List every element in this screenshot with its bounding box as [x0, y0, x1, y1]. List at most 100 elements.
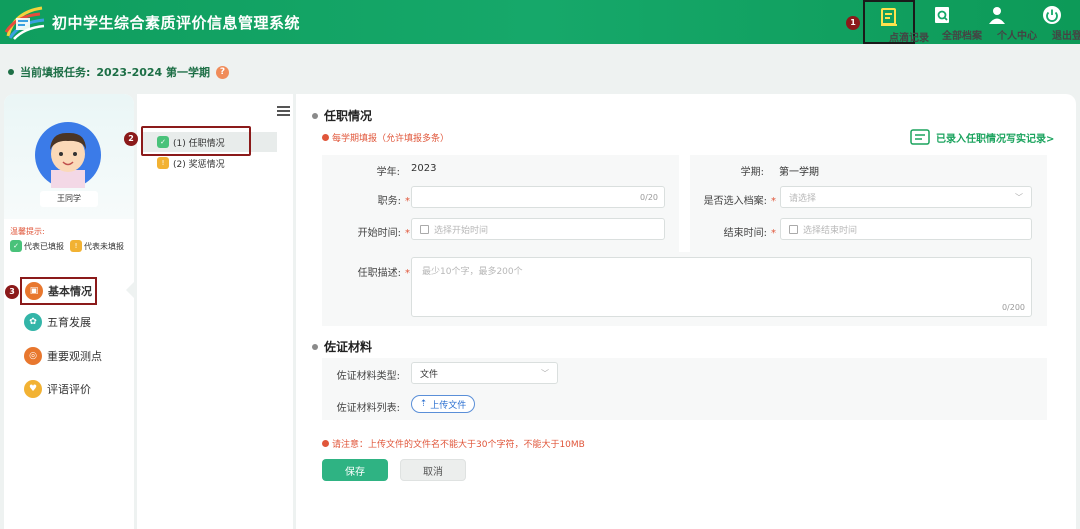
sidebar-item-label: 基本情况: [48, 285, 92, 298]
position-counter: 0/20: [640, 192, 658, 202]
current-task: 当前填报任务: 2023-2024 第一学期 ?: [8, 64, 230, 80]
desc-placeholder: 最少10个字，最多200个: [422, 267, 523, 277]
sidebar-item-label: 评语评价: [47, 383, 91, 396]
section-title-evidence: 佐证材料: [312, 338, 372, 355]
chevron-down-icon: ﹀: [1015, 192, 1023, 202]
sidebar-item-observation[interactable]: ◎ 重要观测点: [24, 345, 102, 367]
task-dot-icon: [8, 69, 14, 75]
archive-label-text: 是否选入档案:: [703, 196, 767, 207]
calendar-icon: [420, 224, 429, 234]
nav-archives-button[interactable]: 全部档案: [916, 0, 982, 44]
category-tree: 2 ✓ (1) 任职情况 ! (2) 奖惩情况: [124, 94, 293, 529]
task-label: 当前填报任务:: [20, 66, 91, 79]
legend-unfilled: 代表未填报: [84, 241, 124, 251]
end-date-input[interactable]: 选择结束时间: [780, 218, 1032, 240]
step-badge-2: 2: [124, 132, 138, 146]
info-dot-icon: [322, 134, 329, 141]
archive-label: 是否选入档案: *: [694, 192, 776, 207]
profile-panel: 王同学 温馨提示: ✓ 代表已填报 ! 代表未填报 3 ▣ 基本情况 ✿ 五育发…: [4, 94, 134, 529]
required-mark: *: [771, 228, 776, 239]
sidebar-item-comments[interactable]: ♥ 评语评价: [24, 378, 91, 400]
desc-label-text: 任职描述:: [357, 268, 401, 279]
section-title-text: 佐证材料: [324, 340, 373, 354]
end-label: 结束时间: *: [694, 224, 776, 239]
upload-label: 上传文件: [430, 400, 467, 411]
position-label-text: 职务:: [377, 196, 401, 207]
section-title-position: 任职情况: [312, 107, 372, 124]
avatar: [35, 122, 101, 188]
required-mark: *: [405, 228, 410, 239]
app-title: 初中学生综合素质评价信息管理系统: [52, 14, 301, 32]
user-icon: [989, 7, 1005, 24]
material-type-select[interactable]: 文件 ﹀: [411, 362, 558, 384]
upload-arrow-icon: ⇡: [419, 399, 428, 409]
archive-select[interactable]: 请选择 ﹀: [780, 186, 1032, 208]
logo-icon: [4, 6, 45, 40]
end-label-text: 结束时间:: [723, 228, 767, 239]
step-badge-3: 3: [5, 285, 19, 299]
material-list-label: 佐证材料列表:: [336, 403, 400, 414]
info-dot-icon: [322, 440, 329, 447]
nav-profile-button[interactable]: 个人中心: [971, 0, 1037, 44]
unfilled-alert-icon: !: [70, 240, 82, 252]
section-dot-icon: [312, 112, 318, 119]
archive-search-icon: [935, 7, 949, 23]
sidebar-item-basic-info[interactable]: ▣ 基本情况: [20, 277, 97, 305]
term-value: 第一学期: [779, 167, 819, 178]
sidebar-item-label: 五育发展: [47, 316, 91, 329]
development-icon: ✿: [24, 313, 42, 331]
help-icon[interactable]: ?: [216, 65, 230, 79]
material-type-value: 文件: [420, 369, 439, 380]
upload-note-text: 请注意：上传文件的文件名不能大于30个字符，不能大于10MB: [332, 440, 585, 450]
notebook-icon: [881, 8, 897, 26]
student-name: 王同学: [40, 191, 98, 207]
observation-icon: ◎: [24, 347, 42, 365]
nav-logout-label: 退出登录: [1052, 31, 1080, 42]
upload-note: 请注意：上传文件的文件名不能大于30个字符，不能大于10MB: [322, 437, 585, 450]
material-type-label: 佐证材料类型:: [336, 371, 400, 382]
desc-textarea[interactable]: 最少10个字，最多200个 0/200: [411, 257, 1032, 317]
records-list-icon: [910, 129, 930, 145]
comment-icon: ♥: [24, 380, 42, 398]
desc-label: 任职描述: *: [326, 264, 410, 279]
start-label: 开始时间: *: [326, 224, 410, 239]
basic-info-icon: ▣: [25, 282, 43, 300]
chevron-down-icon: ﹀: [541, 368, 549, 378]
history-records-link[interactable]: 已录入任职情况写实记录>: [910, 129, 1054, 145]
highlight-box: [141, 126, 251, 156]
desc-counter: 0/200: [1001, 303, 1025, 312]
list-toggle-icon[interactable]: [277, 106, 290, 116]
cancel-button[interactable]: 取消: [400, 459, 466, 481]
nav-logout-button[interactable]: 退出登录: [1026, 0, 1080, 44]
upload-file-button[interactable]: ⇡ 上传文件: [411, 395, 475, 413]
required-mark: *: [405, 268, 410, 279]
power-icon: [1043, 6, 1061, 24]
start-date-input[interactable]: 选择开始时间: [411, 218, 665, 240]
step-badge-1: 1: [846, 16, 860, 30]
start-label-text: 开始时间:: [357, 228, 401, 239]
tree-item-rewards[interactable]: ! (2) 奖惩情况: [157, 153, 225, 173]
unfilled-alert-icon: !: [157, 157, 169, 169]
sidebar-item-label: 重要观测点: [47, 350, 102, 363]
position-input[interactable]: 0/20: [411, 186, 665, 208]
required-mark: *: [405, 196, 410, 207]
legend-filled: 代表已填报: [24, 241, 64, 251]
tree-item-label: (2) 奖惩情况: [173, 159, 225, 170]
year-label: 学年:: [376, 167, 400, 178]
calendar-icon: [789, 224, 798, 234]
nav-records-button[interactable]: 点滴记录: [863, 0, 929, 44]
section-dot-icon: [312, 343, 318, 350]
top-header: 初中学生综合素质评价信息管理系统 1 点滴记录 全部档案 个人中心 退出登: [0, 0, 1080, 44]
history-link-text: 已录入任职情况写实记录>: [936, 133, 1055, 145]
save-button[interactable]: 保存: [322, 459, 388, 481]
start-placeholder: 选择开始时间: [434, 225, 489, 236]
term-label: 学期:: [740, 167, 764, 178]
fill-note: 每学期填报（允许填报多条）: [322, 131, 449, 144]
archive-placeholder: 请选择: [789, 193, 817, 204]
sidebar-item-development[interactable]: ✿ 五育发展: [24, 311, 91, 333]
form-panel: 任职情况 每学期填报（允许填报多条） 已录入任职情况写实记录> 学年: 2023…: [296, 94, 1076, 529]
position-label: 职务: *: [326, 192, 410, 207]
task-value: 2023-2024 第一学期: [96, 66, 211, 79]
section-title-text: 任职情况: [324, 109, 373, 123]
legend: ✓ 代表已填报 ! 代表未填报: [10, 240, 124, 252]
